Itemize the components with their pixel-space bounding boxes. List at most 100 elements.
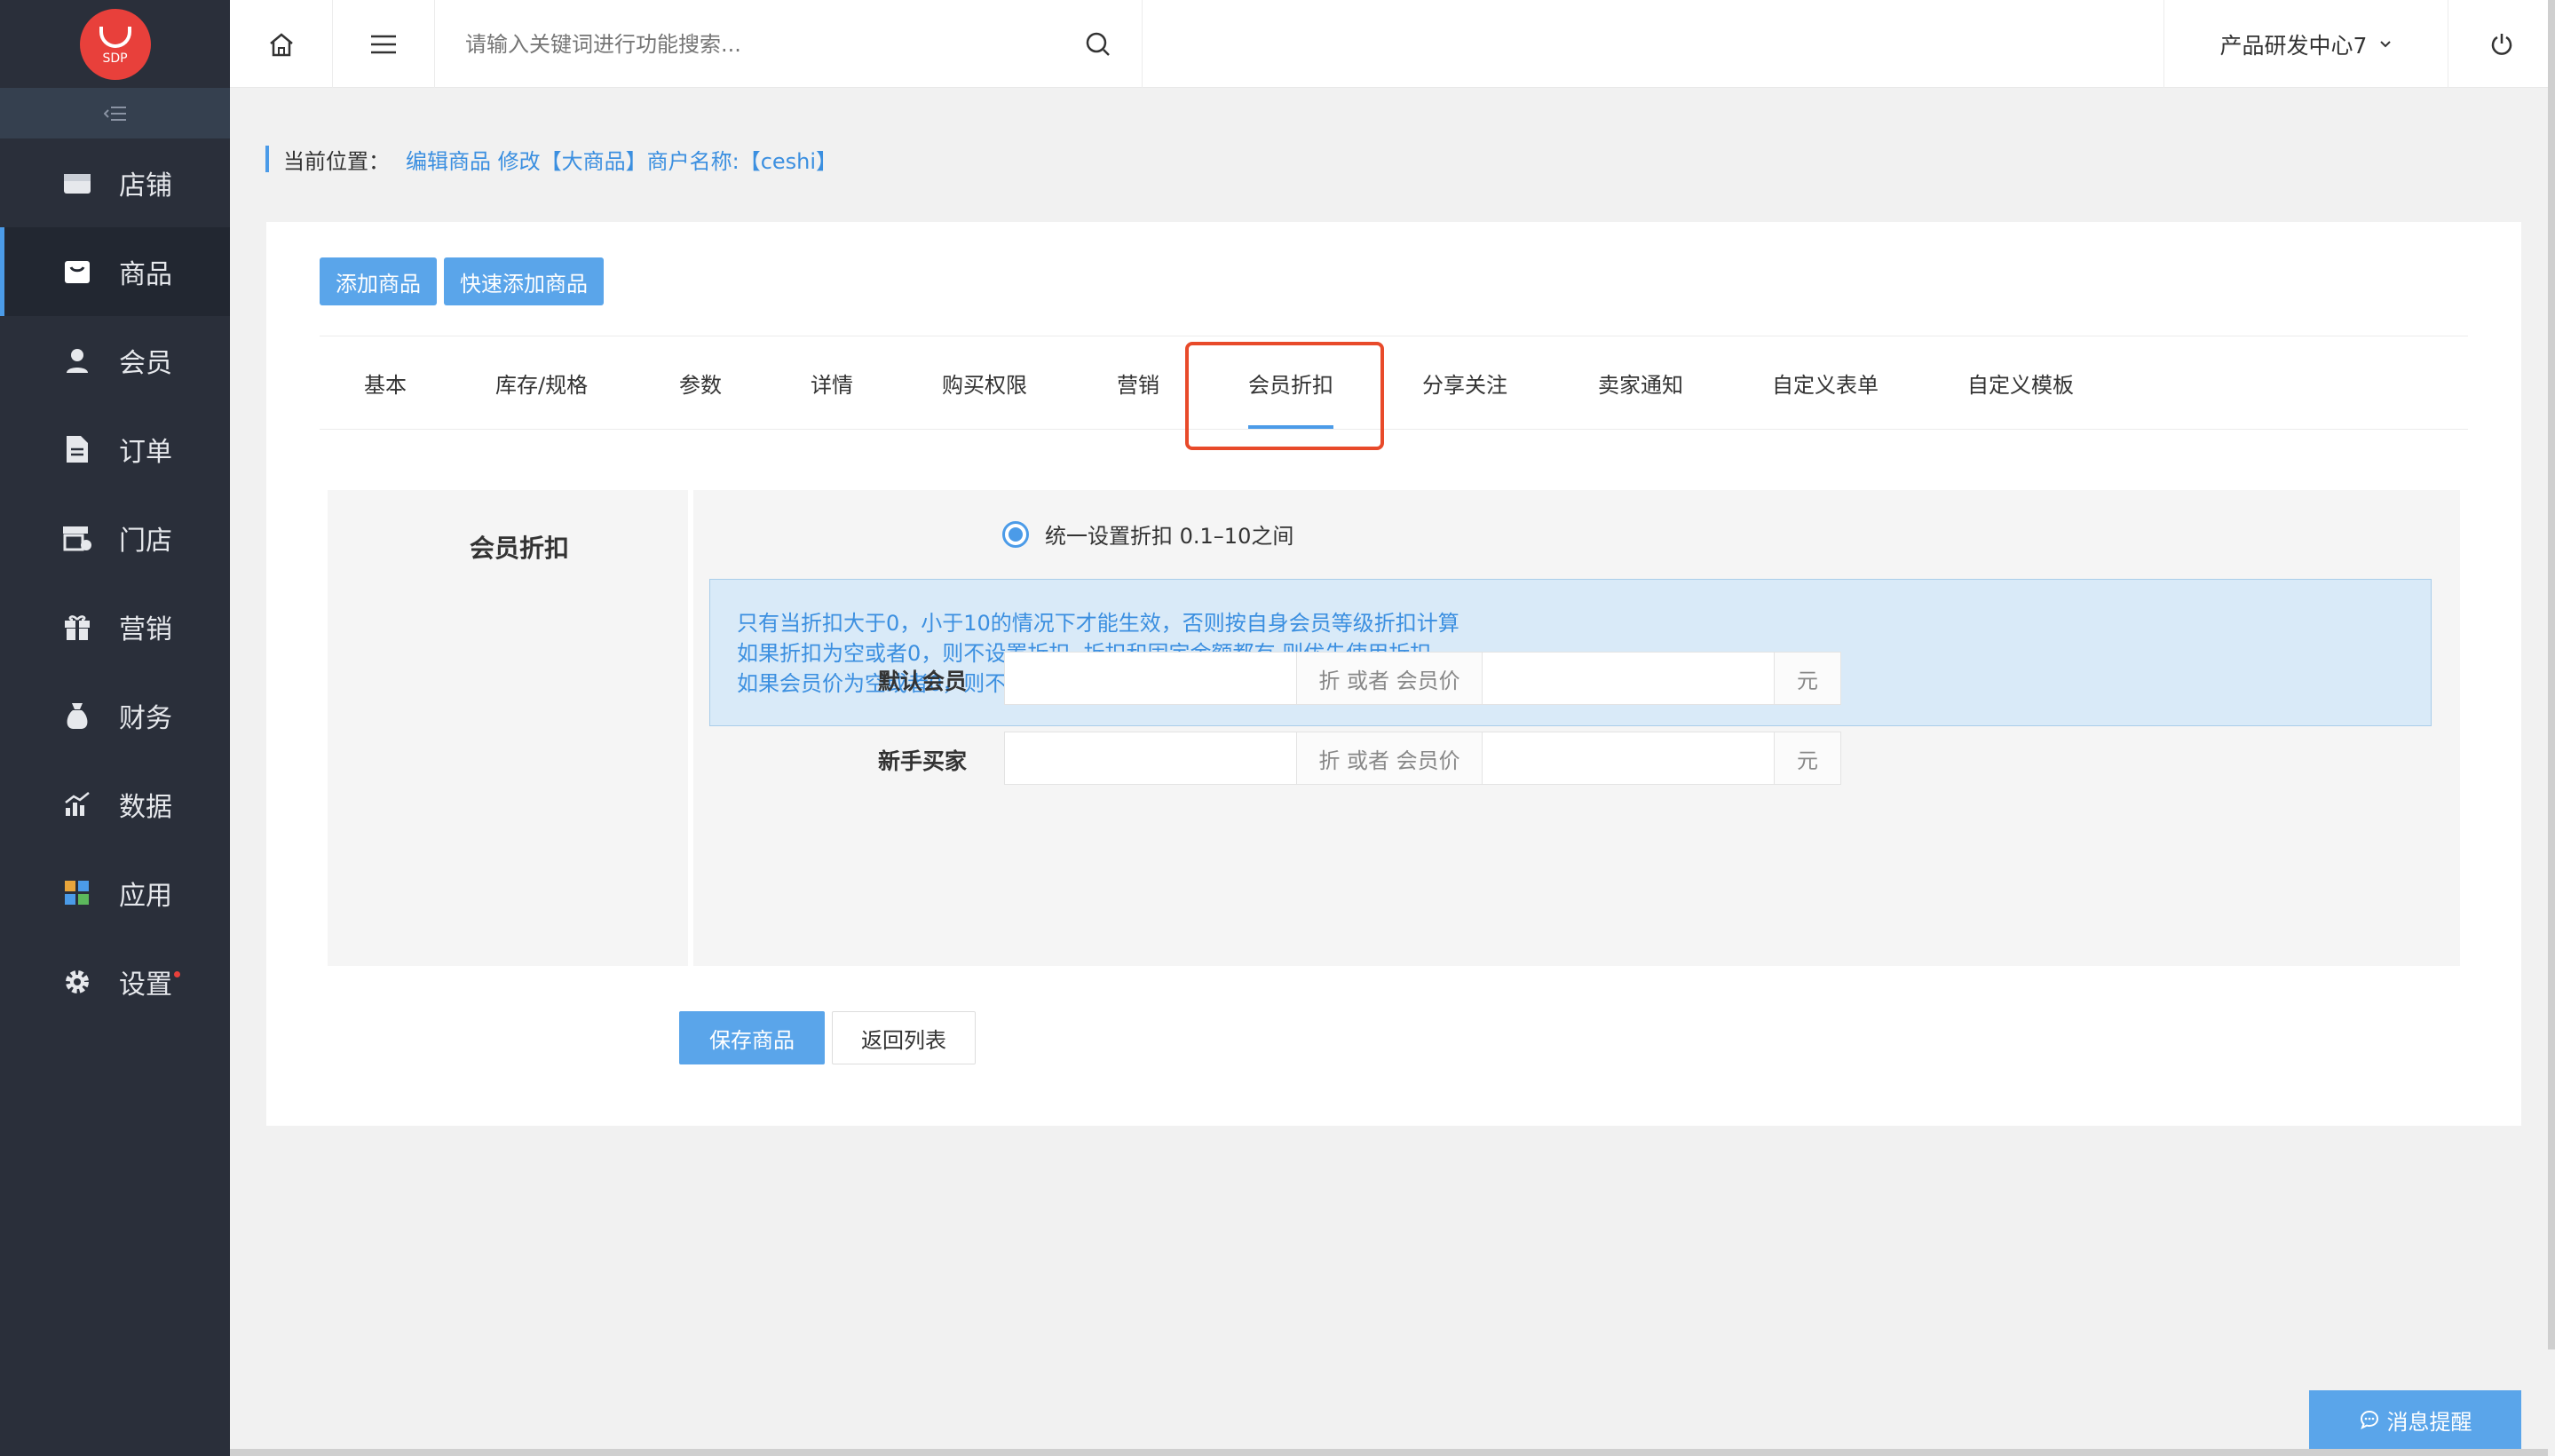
gift-icon bbox=[62, 612, 92, 642]
tab-custom-template[interactable]: 自定义模板 bbox=[1967, 336, 2074, 429]
sidebar: SDP 店铺 商品 会员 订单 门店 营销 财务 数据 应用 设置 bbox=[0, 0, 230, 1456]
chevron-down-icon bbox=[2380, 40, 2392, 47]
save-goods-button[interactable]: 保存商品 bbox=[679, 1011, 825, 1064]
back-to-list-button[interactable]: 返回列表 bbox=[832, 1011, 976, 1064]
discount-input[interactable] bbox=[1004, 732, 1297, 785]
discount-addon: 折 或者 会员价 bbox=[1296, 732, 1483, 785]
chat-icon bbox=[2360, 1410, 2378, 1429]
breadcrumb-label: 当前位置： bbox=[283, 148, 390, 174]
tab-share-follow[interactable]: 分享关注 bbox=[1422, 336, 1507, 429]
tab-custom-form[interactable]: 自定义表单 bbox=[1772, 336, 1879, 429]
order-icon bbox=[62, 434, 92, 464]
row-label: 默认会员 bbox=[878, 669, 968, 694]
section-title: 会员折扣 bbox=[470, 534, 570, 563]
home-button[interactable] bbox=[230, 0, 333, 88]
sidebar-item-finance[interactable]: 财务 bbox=[0, 671, 230, 760]
sidebar-item-settings[interactable]: 设置 bbox=[0, 938, 230, 1026]
tab-label: 详情 bbox=[811, 372, 853, 398]
logo-area: SDP bbox=[0, 0, 230, 88]
tab-label: 营销 bbox=[1117, 372, 1159, 398]
tab-label: 自定义模板 bbox=[1967, 372, 2074, 398]
tab-label: 基本 bbox=[364, 372, 407, 398]
tab-label: 分享关注 bbox=[1422, 372, 1507, 398]
store-icon bbox=[62, 168, 92, 198]
tab-label: 购买权限 bbox=[942, 372, 1027, 398]
sidebar-item-shop[interactable]: 门店 bbox=[0, 494, 230, 582]
search-bar bbox=[435, 0, 1143, 88]
tab-purchase-permission[interactable]: 购买权限 bbox=[942, 336, 1027, 429]
unit-addon: 元 bbox=[1774, 652, 1841, 705]
org-name: 产品研发中心7 bbox=[2219, 32, 2368, 59]
logo[interactable]: SDP bbox=[79, 8, 151, 80]
settings-badge bbox=[174, 971, 180, 977]
horizontal-scrollbar[interactable] bbox=[230, 1449, 2548, 1456]
sidebar-item-data[interactable]: 数据 bbox=[0, 760, 230, 849]
member-icon bbox=[62, 345, 92, 376]
sidebar-item-label: 店铺 bbox=[119, 170, 172, 202]
sidebar-item-goods[interactable]: 商品 bbox=[0, 227, 230, 316]
sidebar-item-apps[interactable]: 应用 bbox=[0, 849, 230, 938]
tab-seller-notice[interactable]: 卖家通知 bbox=[1598, 336, 1683, 429]
menu-button[interactable] bbox=[333, 0, 435, 88]
sidebar-item-order[interactable]: 订单 bbox=[0, 405, 230, 494]
radio-checked-icon[interactable] bbox=[1002, 520, 1029, 548]
add-goods-button[interactable]: 添加商品 bbox=[320, 257, 437, 305]
message-reminder-button[interactable]: 消息提醒 bbox=[2309, 1390, 2521, 1449]
member-price-input[interactable] bbox=[1482, 732, 1775, 785]
shop-icon bbox=[62, 523, 92, 553]
sidebar-item-label: 商品 bbox=[119, 259, 172, 290]
tab-label: 自定义表单 bbox=[1772, 372, 1879, 398]
member-price-input[interactable] bbox=[1482, 652, 1775, 705]
tab-stock-spec[interactable]: 库存/规格 bbox=[495, 336, 588, 429]
discount-addon: 折 或者 会员价 bbox=[1296, 652, 1483, 705]
vertical-scrollbar[interactable] bbox=[2548, 0, 2555, 1349]
goods-icon bbox=[62, 257, 92, 287]
tab-label: 参数 bbox=[679, 372, 722, 398]
unit-addon: 元 bbox=[1774, 732, 1841, 785]
tab-marketing[interactable]: 营销 bbox=[1117, 336, 1159, 429]
chart-icon bbox=[62, 789, 92, 819]
tab-details[interactable]: 详情 bbox=[811, 336, 853, 429]
apps-icon bbox=[62, 878, 92, 908]
home-icon bbox=[269, 32, 293, 56]
tab-highlight-annotation bbox=[1185, 342, 1384, 450]
tab-label: 库存/规格 bbox=[495, 372, 589, 398]
sidebar-nav: 店铺 商品 会员 订单 门店 营销 财务 数据 应用 设置 bbox=[0, 138, 230, 1026]
sidebar-item-marketing[interactable]: 营销 bbox=[0, 582, 230, 671]
unified-discount-radio[interactable]: 统一设置折扣 0.1–10之间 bbox=[1002, 518, 1293, 550]
form-section-label-area: 会员折扣 bbox=[328, 490, 693, 966]
sidebar-item-label: 设置 bbox=[119, 969, 172, 1001]
sidebar-item-label: 会员 bbox=[119, 348, 172, 379]
gear-icon bbox=[62, 967, 92, 997]
notice-line: 只有当折扣大于0，小于10的情况下才能生效，否则按自身会员等级折扣计算 bbox=[737, 611, 1459, 636]
tab-label: 卖家通知 bbox=[1598, 372, 1683, 398]
sidebar-collapse-button[interactable] bbox=[0, 88, 230, 138]
sidebar-item-label: 订单 bbox=[119, 437, 172, 468]
logo-text: SDP bbox=[102, 51, 128, 66]
search-input[interactable] bbox=[465, 31, 1069, 57]
sidebar-item-label: 财务 bbox=[119, 703, 172, 734]
sidebar-item-member[interactable]: 会员 bbox=[0, 316, 230, 405]
sidebar-item-label: 营销 bbox=[119, 614, 172, 645]
tab-bar: 基本 库存/规格 参数 详情 购买权限 营销 会员折扣 分享关注 卖家通知 自定… bbox=[320, 336, 2468, 430]
menu-icon bbox=[371, 35, 396, 53]
logout-button[interactable] bbox=[2448, 0, 2555, 88]
sidebar-item-label: 数据 bbox=[119, 792, 172, 823]
member-row-default: 默认会员 折 或者 会员价 元 bbox=[328, 652, 2460, 705]
row-label: 新手买家 bbox=[878, 748, 968, 774]
logo-smile-icon bbox=[99, 26, 131, 48]
sidebar-item-label: 门店 bbox=[119, 526, 172, 557]
discount-input[interactable] bbox=[1004, 652, 1297, 705]
sidebar-item-store[interactable]: 店铺 bbox=[0, 138, 230, 227]
power-icon bbox=[2491, 33, 2512, 55]
quick-add-goods-button[interactable]: 快速添加商品 bbox=[444, 257, 604, 305]
search-icon[interactable] bbox=[1085, 31, 1111, 61]
tab-basic[interactable]: 基本 bbox=[364, 336, 407, 429]
sidebar-item-label: 应用 bbox=[119, 881, 172, 912]
member-row-newbie: 新手买家 折 或者 会员价 元 bbox=[328, 732, 2460, 785]
tab-params[interactable]: 参数 bbox=[679, 336, 722, 429]
collapse-icon bbox=[103, 106, 126, 121]
top-header: 产品研发中心7 bbox=[230, 0, 2555, 88]
breadcrumb-path[interactable]: 编辑商品 修改【大商品】商户名称:【ceshi】 bbox=[406, 144, 837, 175]
org-selector[interactable]: 产品研发中心7 bbox=[2163, 0, 2448, 88]
